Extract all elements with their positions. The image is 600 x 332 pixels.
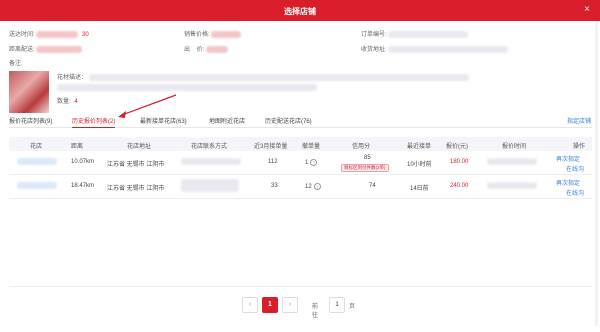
dialog-header: 选择店铺 × xyxy=(0,0,600,21)
row-credit: 85 xyxy=(364,155,371,161)
flower-desc: 花材描述： xyxy=(57,72,469,81)
table-row: 10.07km 江苏省 无锡市 江阴市 112 1? 85 目标区到付件数(2单… xyxy=(9,151,592,175)
row-recent: 10小时前 xyxy=(407,162,432,168)
th-orders: 近3月接单量 xyxy=(254,144,288,150)
help-icon[interactable]: ? xyxy=(313,183,321,190)
quote-time-blur xyxy=(487,182,537,189)
sale-price: 销售价格: xyxy=(184,29,242,38)
page-label: 页 xyxy=(349,304,356,310)
tab-bar: 报价花店列表(9) 历史报价列表(2) 最新接单花店(63) 地图附近花店 历史… xyxy=(9,114,592,128)
remark-label: 备注: xyxy=(9,61,23,67)
recipient-address: 收货地址: xyxy=(361,44,509,53)
row-distance: 10.07km xyxy=(71,159,95,165)
close-icon[interactable]: × xyxy=(584,5,590,15)
assign-shop-link[interactable]: 指定店铺 xyxy=(567,116,591,125)
reassign-button[interactable]: 再次指定 xyxy=(556,178,580,187)
quote-time-blur xyxy=(487,158,537,165)
out-price: 出 价: xyxy=(184,44,229,53)
contact-blur xyxy=(181,158,241,165)
shop-name-blur xyxy=(17,158,57,165)
row-address: 江苏省 无锡市 江阴市 xyxy=(107,186,165,192)
credit-badge: 目标区到付件数(2单) xyxy=(341,164,389,172)
quote-table: 花店 距离 花店地址 花店联系方式 近3月接单量 撤单量 信用分 最近接单 报价… xyxy=(9,137,592,199)
row-price: 240.00 xyxy=(450,183,469,189)
row-cancels: 12? xyxy=(305,183,321,190)
distance-delivery: 距离配送: xyxy=(9,44,83,53)
flower-desc-line2 xyxy=(57,84,317,91)
out-price-label: 出 价: xyxy=(184,47,205,53)
online-chat-button[interactable]: 在线沟 xyxy=(566,188,584,197)
distance-label: 距离配送: xyxy=(9,47,35,53)
prev-page-button[interactable]: ‹ xyxy=(242,297,258,313)
online-chat-button[interactable]: 在线沟 xyxy=(566,164,584,173)
scrollbar[interactable] xyxy=(595,21,598,326)
th-credit: 信用分 xyxy=(352,144,371,150)
divider xyxy=(9,286,592,287)
delivery-time-label: 送达时间: xyxy=(9,32,35,38)
table-row: 18.47km 江苏省 无锡市 江阴市 33 12? 74 14日前 240.0… xyxy=(9,175,592,199)
tab-latest-shops[interactable]: 最新接单花店(63) xyxy=(140,116,187,125)
sale-price-label: 销售价格: xyxy=(184,32,210,38)
recipient-addr-blur xyxy=(388,45,509,53)
out-price-blur xyxy=(206,45,229,53)
flower-thumbnail xyxy=(9,71,49,113)
row-credit: 74 xyxy=(369,183,376,189)
help-icon[interactable]: ? xyxy=(310,159,318,166)
remark: 备注: xyxy=(9,58,23,67)
order-no-label: 订单编号: xyxy=(361,32,387,38)
tab-map-nearby[interactable]: 地图附近花店 xyxy=(209,116,245,125)
th-recent: 最近接单 xyxy=(407,144,432,150)
th-quote-time: 报价时间 xyxy=(502,144,527,150)
th-price: 报价(元) xyxy=(446,144,468,150)
sale-price-blur xyxy=(211,30,242,38)
row-cancels: 1? xyxy=(305,159,318,166)
th-distance: 距离 xyxy=(71,144,84,150)
goto-page-input[interactable]: 1 xyxy=(329,297,345,313)
reassign-button[interactable]: 再次指定 xyxy=(556,154,580,163)
delivery-time: 送达时间: 30 xyxy=(9,29,89,38)
flower-desc-blur xyxy=(88,73,469,81)
recipient-addr-label: 收货地址: xyxy=(361,47,387,53)
page-1-button[interactable]: 1 xyxy=(262,297,278,313)
row-recent: 14日前 xyxy=(410,186,429,192)
contact-blur xyxy=(181,179,239,192)
th-contact: 花店联系方式 xyxy=(191,144,228,150)
row-orders: 112 xyxy=(268,159,278,165)
delivery-time-value: 30 xyxy=(82,32,89,38)
th-cancels: 撤单量 xyxy=(302,144,321,150)
row-address: 江苏省 无锡市 江阴市 xyxy=(107,162,165,168)
flower-desc-blur-2 xyxy=(57,84,317,91)
th-address: 花店地址 xyxy=(127,144,152,150)
quantity: 数量: 4 xyxy=(57,96,78,105)
tab-quote-shops[interactable]: 报价花店列表(9) xyxy=(9,116,52,125)
quantity-label: 数量: xyxy=(57,99,71,105)
th-shop: 花店 xyxy=(30,144,43,150)
dialog-title: 选择店铺 xyxy=(284,7,316,16)
goto-label: 前往 xyxy=(312,304,319,319)
order-no: 订单编号: xyxy=(361,29,469,38)
row-price: 180.00 xyxy=(450,159,469,165)
shop-name-blur xyxy=(17,182,57,189)
next-page-button[interactable]: › xyxy=(282,297,298,313)
delivery-time-blur xyxy=(36,30,79,38)
table-header: 花店 距离 花店地址 花店联系方式 近3月接单量 撤单量 信用分 最近接单 报价… xyxy=(9,137,592,151)
tab-history-delivery[interactable]: 历史配送花店(76) xyxy=(265,116,312,125)
quantity-value: 4 xyxy=(74,99,78,105)
row-distance: 18.47km xyxy=(71,183,95,189)
tab-history-quotes[interactable]: 历史报价列表(2) xyxy=(72,116,116,128)
flower-desc-label: 花材描述： xyxy=(57,75,88,81)
distance-blur xyxy=(36,45,83,53)
order-no-blur xyxy=(388,30,469,38)
row-orders: 33 xyxy=(271,183,278,189)
th-action: 操作 xyxy=(573,144,586,150)
